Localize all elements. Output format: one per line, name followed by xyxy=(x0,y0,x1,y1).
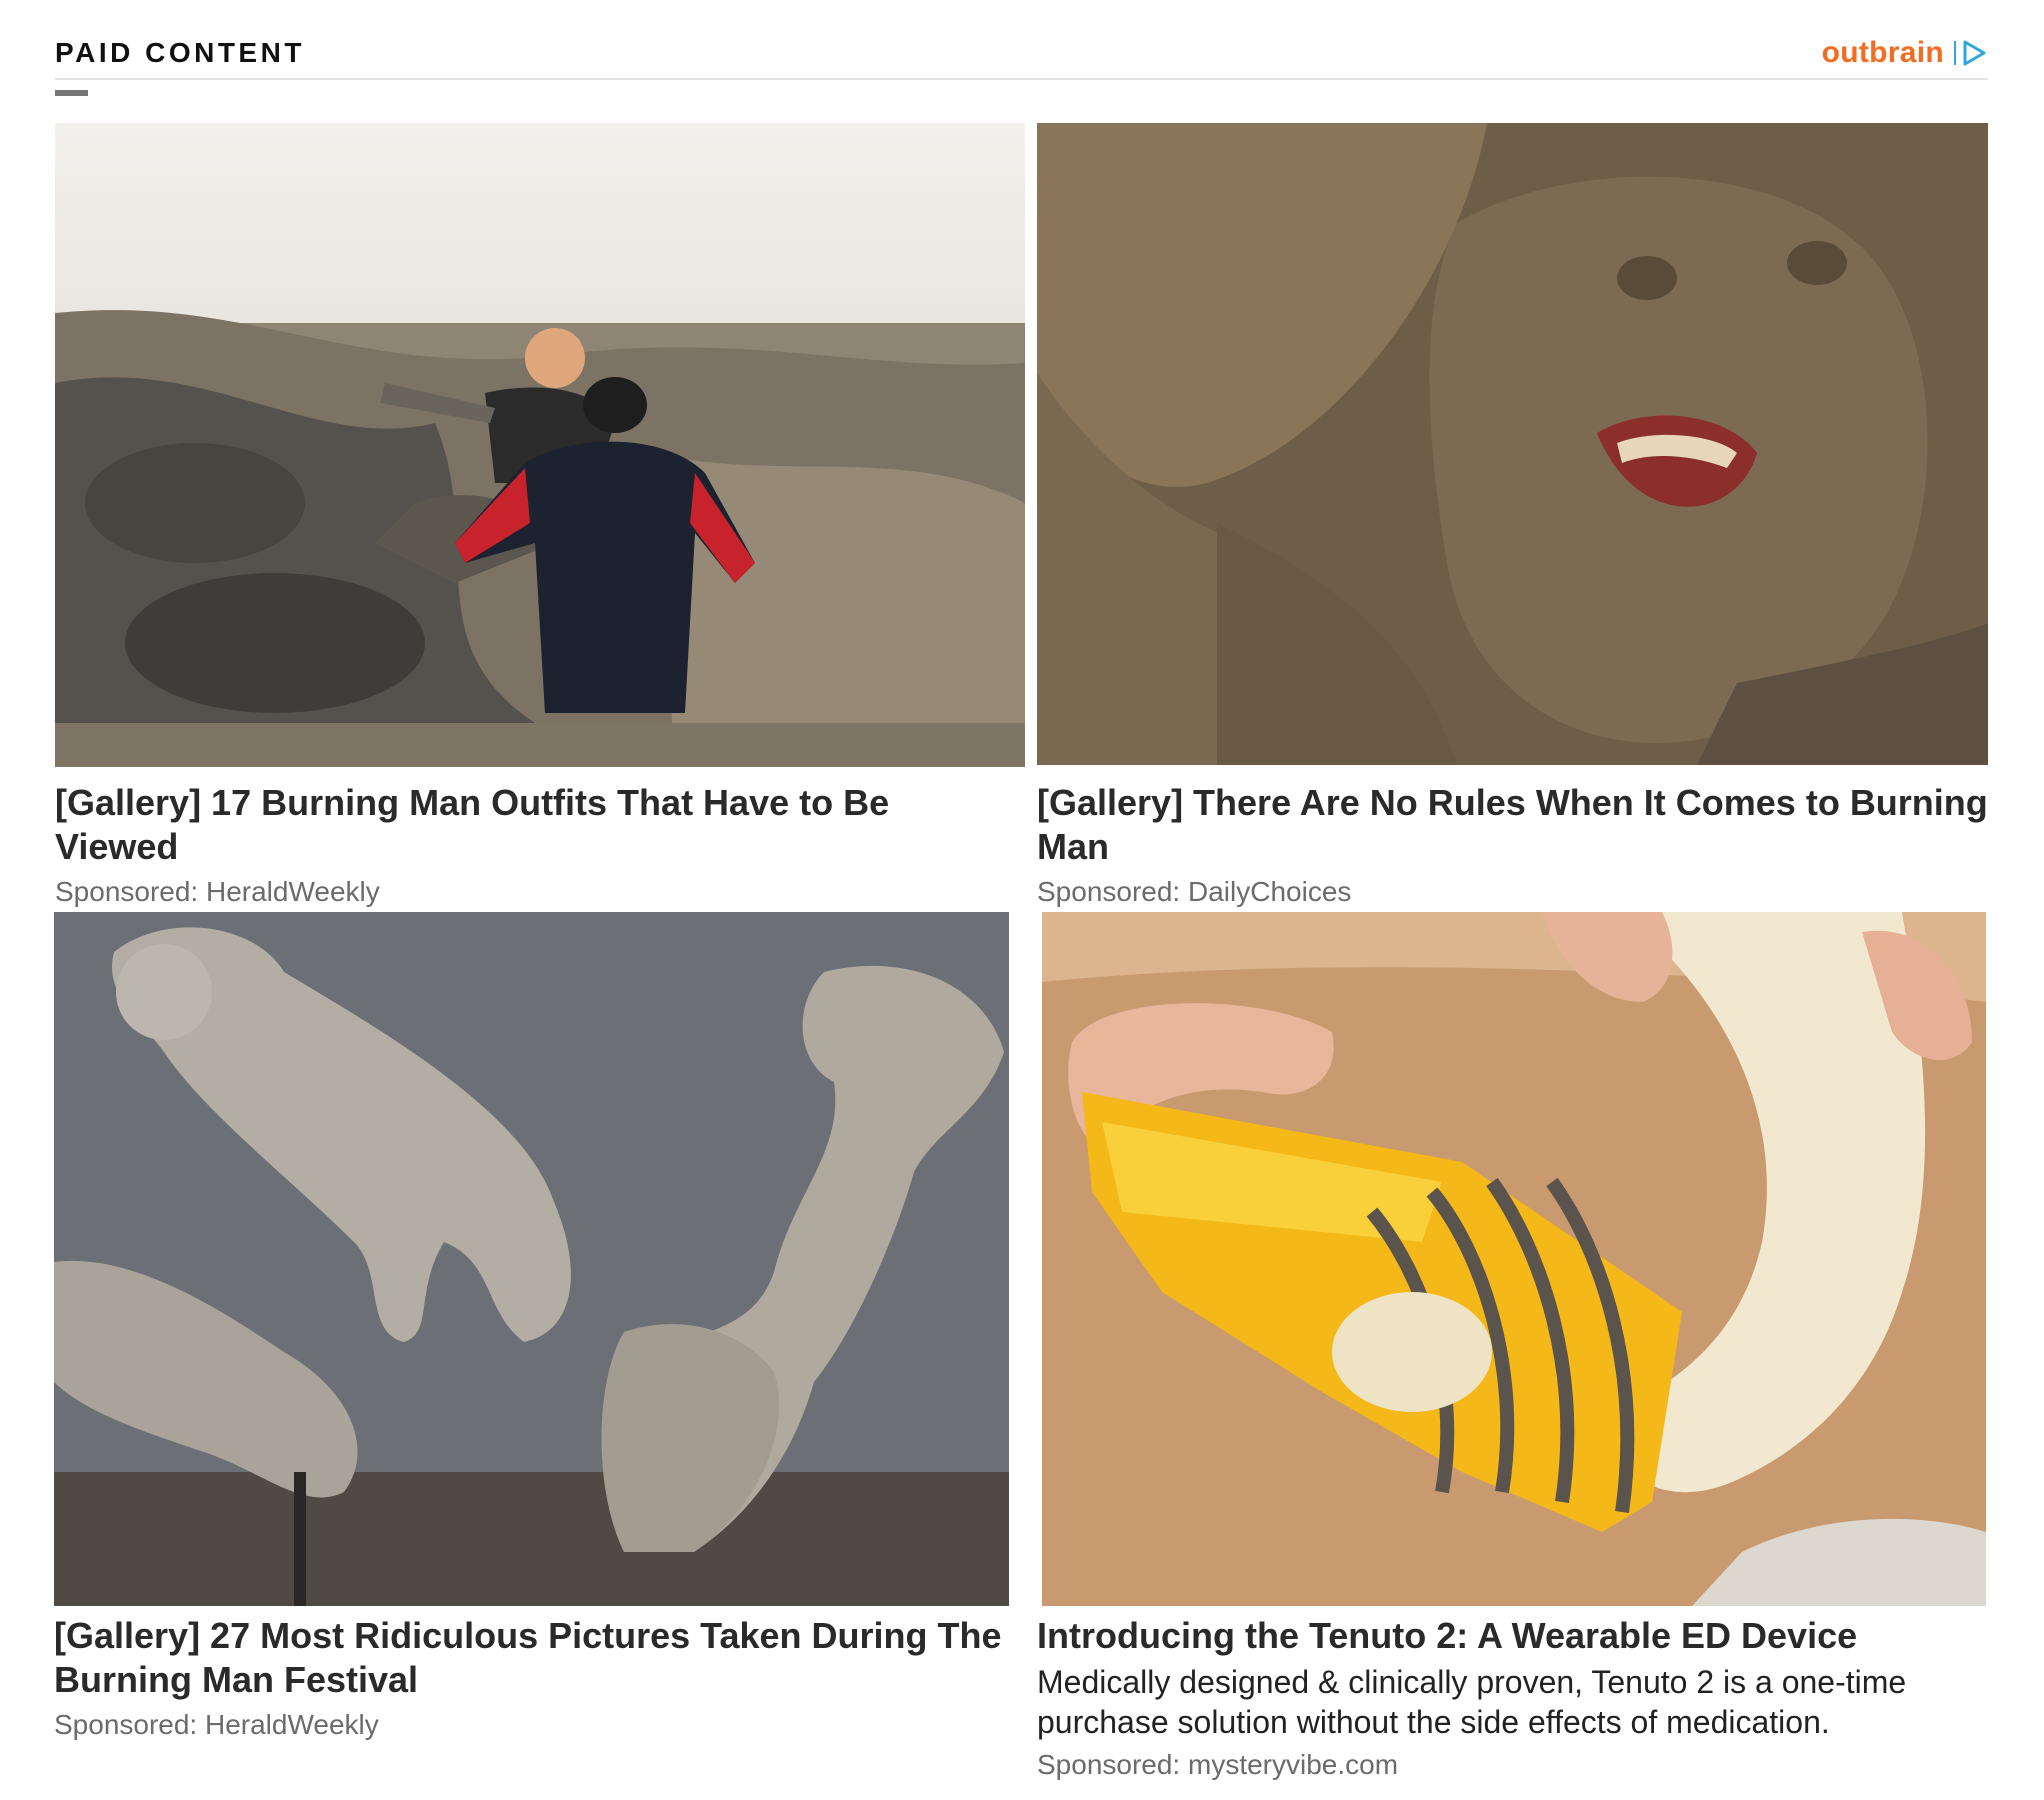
card-4-description: Medically designed & clinically proven, … xyxy=(1037,1664,1907,1740)
paid-content-label: PAID CONTENT xyxy=(55,37,305,68)
header-divider xyxy=(55,78,1988,80)
recommendation-card-1[interactable]: [Gallery] 17 Burning Man Outfits That Ha… xyxy=(55,123,1025,923)
card-3-image[interactable] xyxy=(54,912,1009,1606)
recommendation-card-2[interactable]: [Gallery] There Are No Rules When It Com… xyxy=(1037,123,1988,923)
card-3-title[interactable]: [Gallery] 27 Most Ridiculous Pictures Ta… xyxy=(54,1614,1009,1702)
card-1-image[interactable] xyxy=(55,123,1025,767)
card-1-sponsor[interactable]: Sponsored: HeraldWeekly xyxy=(55,875,380,909)
recommendation-card-4[interactable]: Introducing the Tenuto 2: A Wearable ED … xyxy=(1037,912,1988,1792)
outbrain-wordmark: Outbrain xyxy=(1821,36,1944,69)
widget-header: PAID CONTENT Outbrain xyxy=(55,36,1988,80)
card-2-title[interactable]: [Gallery] There Are No Rules When It Com… xyxy=(1037,781,1988,869)
header-accent-tick xyxy=(55,90,88,96)
adchoices-icon[interactable] xyxy=(1960,39,1988,67)
recommendation-card-3[interactable]: [Gallery] 27 Most Ridiculous Pictures Ta… xyxy=(54,912,1009,1752)
adchoices-separator xyxy=(1954,41,1956,65)
card-3-sponsor[interactable]: Sponsored: HeraldWeekly xyxy=(54,1708,379,1742)
card-1-title[interactable]: [Gallery] 17 Burning Man Outfits That Ha… xyxy=(55,781,1015,869)
outbrain-logo[interactable]: Outbrain xyxy=(1822,36,1988,70)
card-4-title[interactable]: Introducing the Tenuto 2: A Wearable ED … xyxy=(1037,1614,1988,1658)
card-4-image[interactable] xyxy=(1042,912,1986,1606)
card-2-image[interactable] xyxy=(1037,123,1988,765)
card-4-sponsor[interactable]: Sponsored: mysteryvibe.com xyxy=(1037,1748,1398,1782)
card-2-sponsor[interactable]: Sponsored: DailyChoices xyxy=(1037,875,1351,909)
